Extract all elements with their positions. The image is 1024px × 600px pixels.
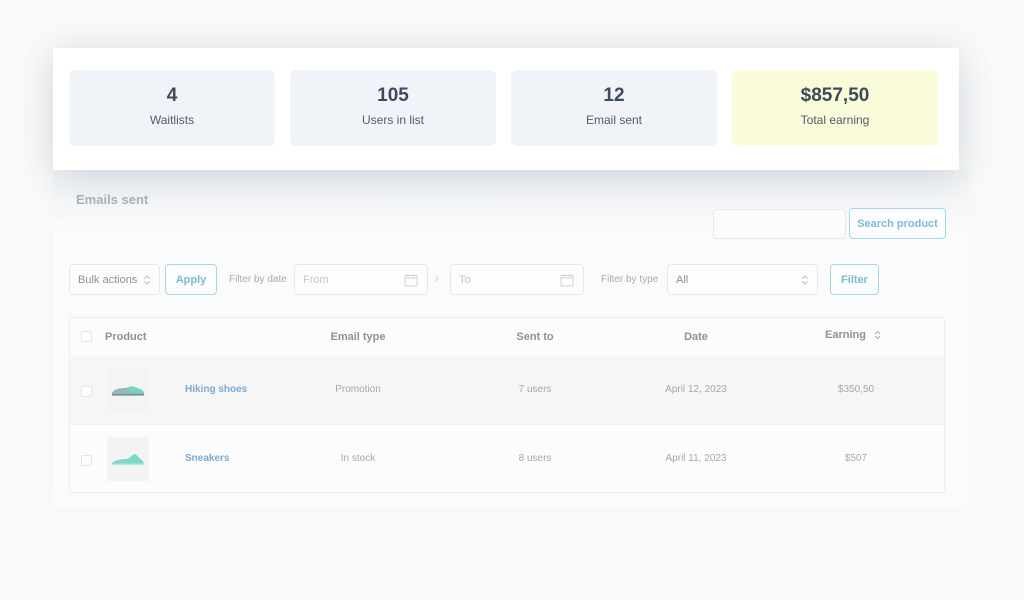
column-header-sent-to: Sent to [516, 331, 554, 343]
search-input[interactable] [713, 209, 846, 239]
type-select-value: All [676, 273, 689, 286]
stat-value: 4 [166, 85, 178, 106]
product-name-link[interactable]: Sneakers [185, 453, 229, 464]
filter-by-date-label: Filter by date [229, 274, 287, 285]
row-checkbox[interactable] [81, 386, 92, 397]
product-name-link[interactable]: Hiking shoes [185, 384, 247, 395]
date-from-placeholder: From [303, 273, 329, 286]
row-checkbox[interactable] [81, 455, 92, 466]
sent-to-cell: 7 users [518, 384, 552, 395]
stat-total-earning: $857,50 Total earning [732, 70, 938, 146]
apply-button[interactable]: Apply [165, 264, 217, 295]
chevron-right-icon: › [435, 271, 439, 285]
stat-label: Users in list [361, 113, 424, 127]
earning-cell: $507 [844, 453, 868, 464]
table-row: Hiking shoes Promotion 7 users April 12,… [70, 356, 944, 424]
column-header-product: Product [105, 331, 147, 343]
calendar-icon [404, 274, 418, 287]
date-to-placeholder: To [459, 273, 471, 286]
updown-chevron-icon [144, 275, 150, 285]
select-all-checkbox[interactable] [81, 331, 92, 342]
table-header: Product Email type Sent to Date Earning [70, 318, 944, 356]
column-header-earning[interactable]: Earning [825, 329, 881, 341]
date-cell: April 11, 2023 [665, 453, 727, 464]
filter-button[interactable]: Filter [830, 264, 879, 295]
column-header-email-type: Email type [330, 331, 386, 343]
column-header-earning-label: Earning [824, 329, 866, 341]
stat-value: $857,50 [800, 85, 870, 106]
filter-by-type-label: Filter by type [601, 274, 659, 285]
email-type-cell: Promotion [335, 384, 381, 395]
stat-label: Total earning [800, 113, 870, 127]
hiking-shoe-image [107, 368, 149, 412]
shoe-icon [112, 386, 144, 396]
shoe-icon [112, 454, 144, 465]
sort-icon[interactable] [874, 330, 881, 340]
email-type-cell: In stock [340, 453, 376, 464]
date-cell: April 12, 2023 [665, 384, 727, 395]
search-product-button[interactable]: Search product [849, 208, 946, 239]
column-header-date: Date [684, 331, 708, 343]
updown-chevron-icon [802, 275, 808, 285]
stat-users-in-list: 105 Users in list [290, 70, 496, 146]
stat-label: Email sent [585, 113, 643, 127]
sent-to-cell: 8 users [518, 453, 552, 464]
bulk-actions-value: Bulk actions [78, 273, 138, 286]
date-to-input[interactable]: To [450, 264, 584, 295]
sneaker-image [107, 437, 149, 481]
date-from-input[interactable]: From [294, 264, 428, 295]
product-name[interactable]: Sneakers [185, 453, 229, 464]
calendar-icon [560, 274, 574, 287]
section-title: Emails sent [76, 192, 149, 207]
type-select[interactable]: All [667, 264, 818, 295]
product-name[interactable]: Hiking shoes [185, 384, 247, 395]
stat-label: Waitlists [149, 113, 195, 127]
earning-cell: $350,50 [837, 384, 875, 395]
stat-value: 105 [377, 85, 409, 106]
emails-table: Product Email type Sent to Date Earning … [69, 317, 945, 493]
stat-waitlists: 4 Waitlists [69, 70, 275, 146]
stat-email-sent: 12 Email sent [511, 70, 717, 146]
table-row: Sneakers In stock 8 users April 11, 2023… [70, 424, 944, 492]
stats-card: 4 Waitlists 105 Users in list 12 Email s… [53, 48, 959, 170]
bulk-actions-select[interactable]: Bulk actions [69, 264, 160, 295]
stat-value: 12 [603, 85, 625, 106]
